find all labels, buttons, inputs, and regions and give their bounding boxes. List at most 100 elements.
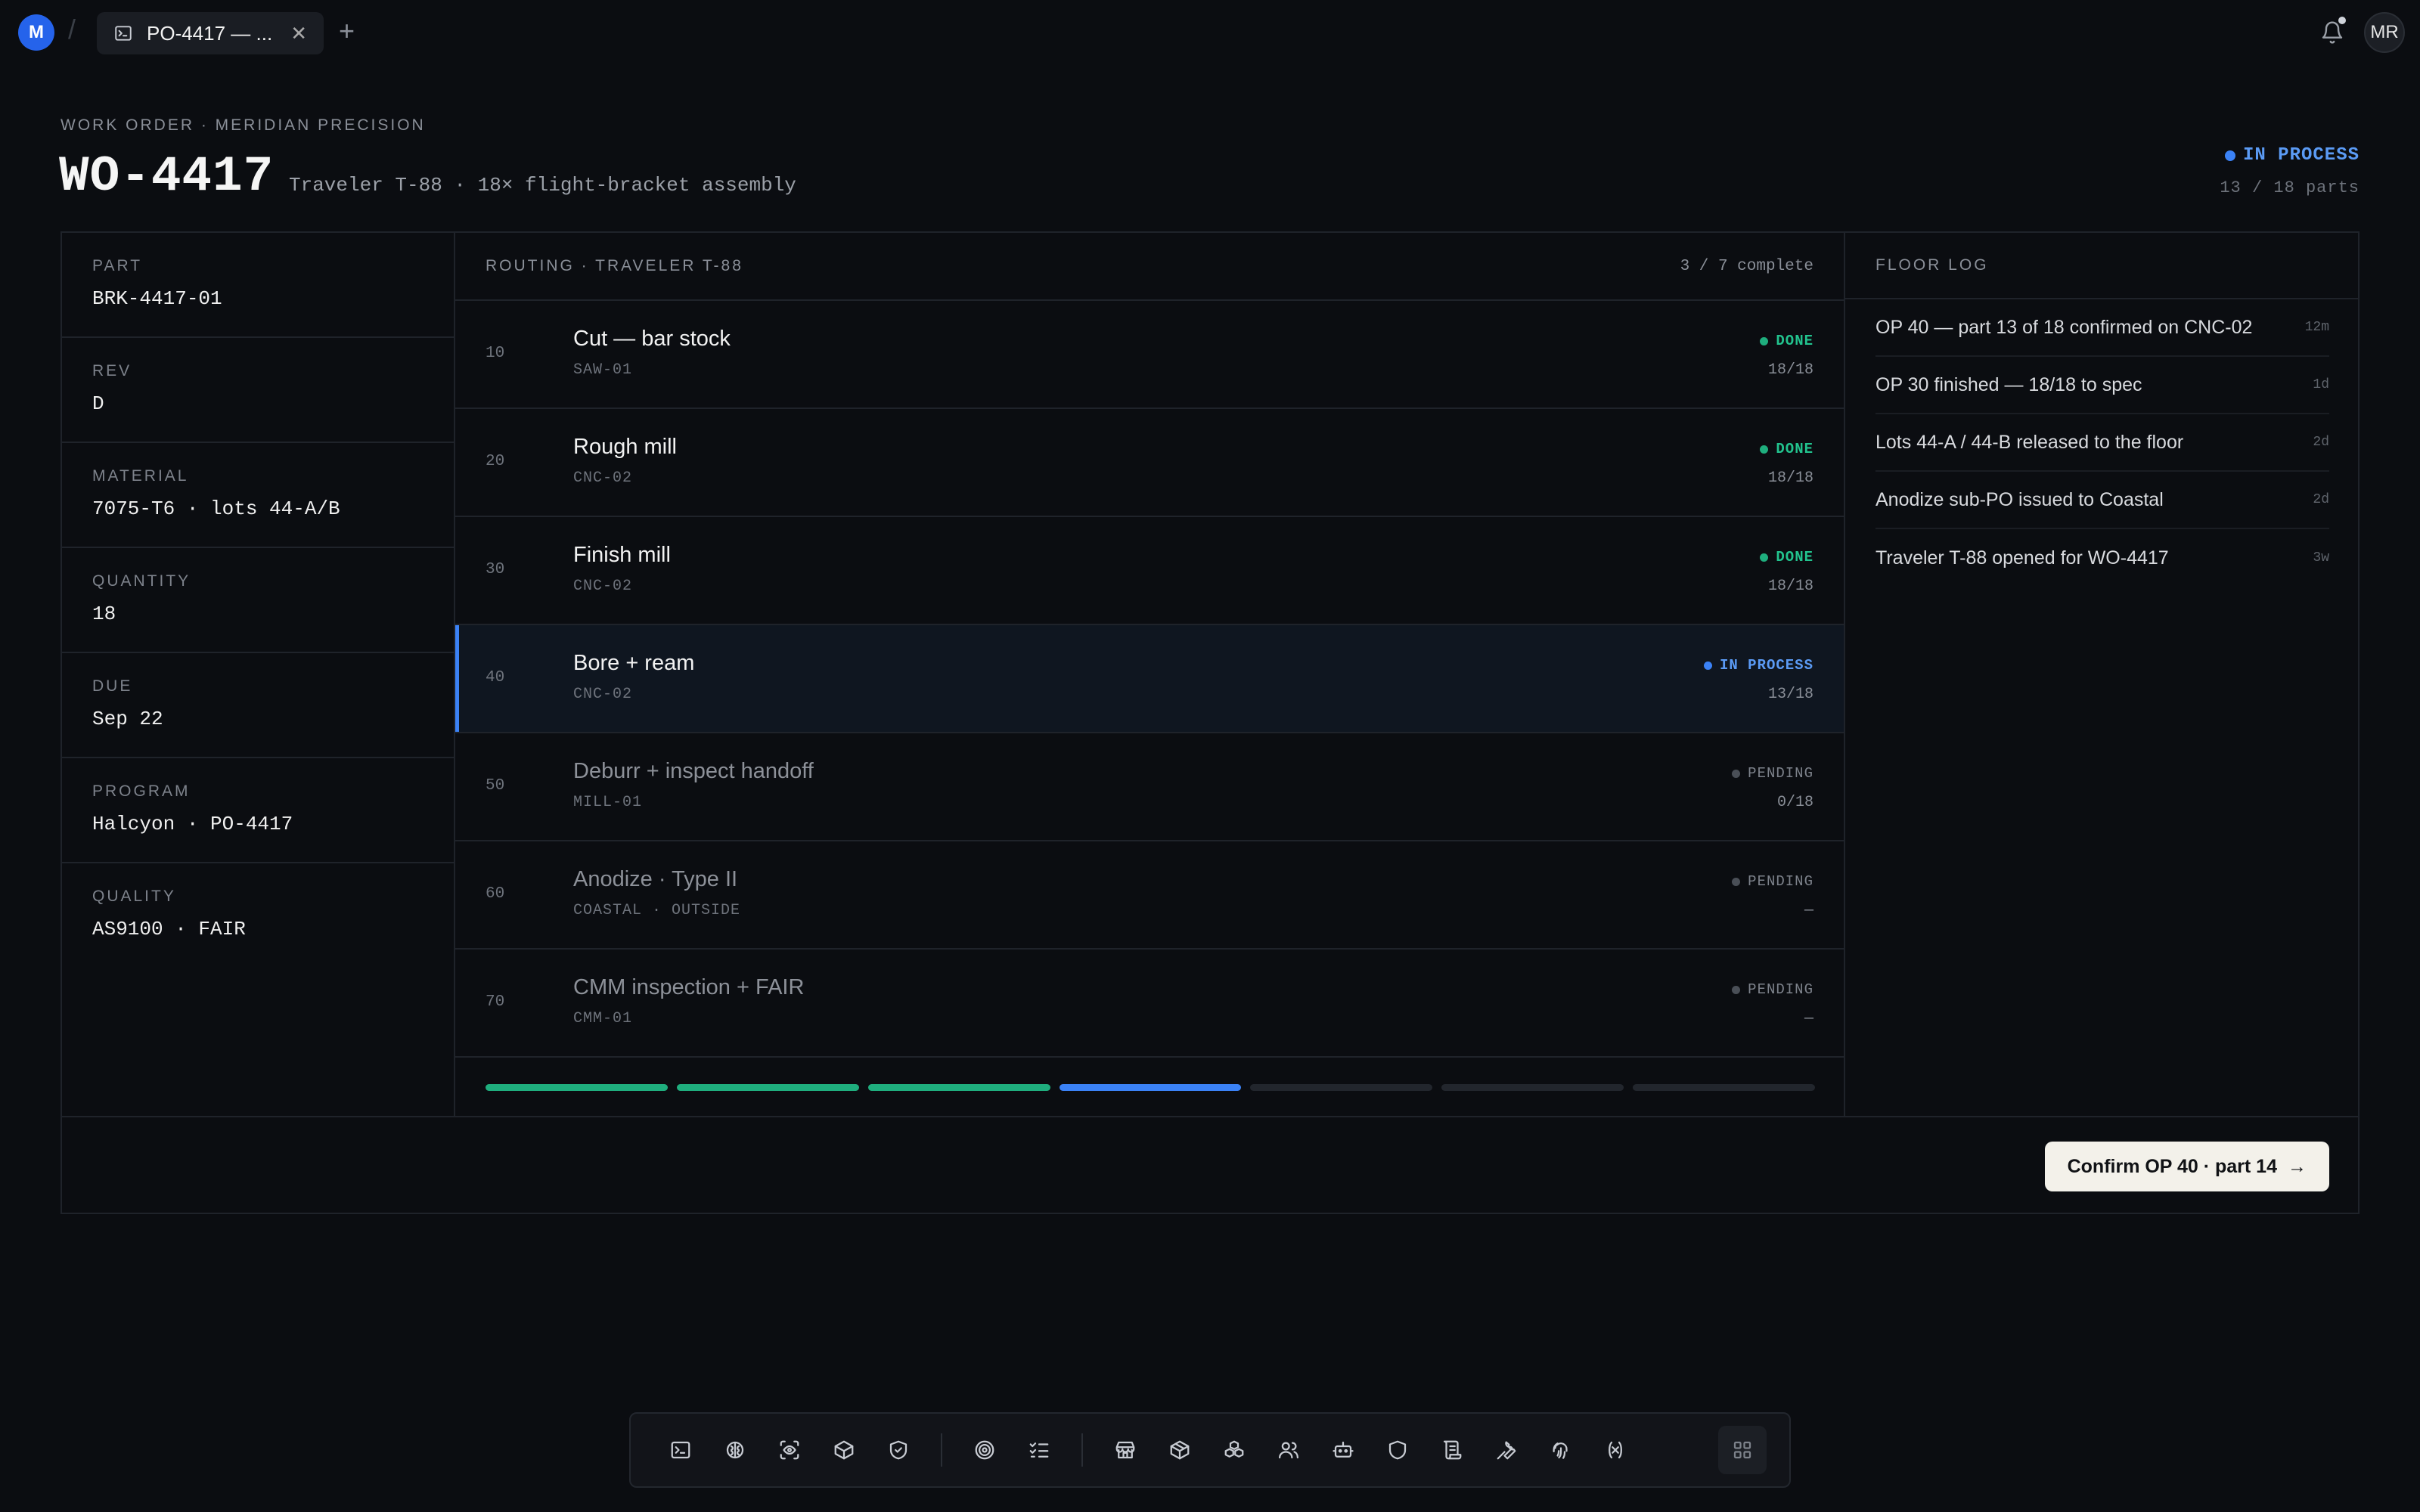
wrench-icon[interactable] bbox=[1479, 1423, 1534, 1477]
operation-row-active[interactable]: 40 Bore + ream CNC-02 IN PROCESS 13/18 bbox=[455, 625, 1844, 733]
field-rev: REV D bbox=[62, 338, 454, 443]
field-value: D bbox=[92, 392, 104, 415]
tab-work-order[interactable]: PO-4417 — ... ✕ bbox=[97, 12, 324, 54]
store-icon[interactable] bbox=[1098, 1423, 1153, 1477]
op-status-label: PENDING bbox=[1748, 765, 1813, 782]
op-number: 30 bbox=[486, 561, 505, 578]
log-time: 2d bbox=[2313, 492, 2329, 507]
status-dot bbox=[1760, 445, 1769, 454]
op-count: — bbox=[1804, 1010, 1813, 1027]
field-label: DUE bbox=[92, 677, 133, 695]
progress-segment bbox=[1250, 1084, 1433, 1091]
arrow-right-icon: → bbox=[2288, 1155, 2307, 1177]
operation-row[interactable]: 70 CMM inspection + FAIR CMM-01 PENDING … bbox=[455, 950, 1844, 1058]
progress-segment bbox=[1059, 1084, 1242, 1091]
floor-log-column: FLOOR LOG OP 40 — part 13 of 18 confirme… bbox=[1845, 233, 2360, 1116]
op-machine: CNC-02 bbox=[573, 469, 633, 487]
workspace-avatar[interactable]: M bbox=[18, 14, 54, 51]
op-count: 0/18 bbox=[1776, 794, 1813, 811]
field-label: PROGRAM bbox=[92, 782, 191, 800]
fingerprint-icon[interactable] bbox=[1534, 1423, 1588, 1477]
op-status: PENDING bbox=[1732, 765, 1813, 782]
progress-segment bbox=[676, 1084, 859, 1091]
operation-row[interactable]: 50 Deburr + inspect handoff MILL-01 PEND… bbox=[455, 733, 1844, 841]
field-quantity: QUANTITY 18 bbox=[62, 548, 454, 653]
op-count: — bbox=[1804, 902, 1813, 919]
bot-icon[interactable] bbox=[1316, 1423, 1370, 1477]
status-label: IN PROCESS bbox=[2242, 145, 2360, 166]
work-order-panel: PART BRK-4417-01 REV D MATERIAL 7075-T6 … bbox=[60, 231, 2360, 1214]
list-checks-icon[interactable] bbox=[1012, 1423, 1066, 1477]
floor-log-title: FLOOR LOG bbox=[1845, 233, 2360, 299]
field-label: REV bbox=[92, 362, 132, 380]
shield-icon[interactable] bbox=[1370, 1423, 1425, 1477]
package-icon[interactable] bbox=[1153, 1423, 1207, 1477]
op-count: 13/18 bbox=[1767, 686, 1813, 703]
action-footer: Confirm OP 40 · part 14 → bbox=[62, 1116, 2360, 1214]
field-due: DUE Sep 22 bbox=[62, 653, 454, 758]
op-machine: CNC-02 bbox=[573, 686, 633, 703]
operation-row[interactable]: 30 Finish mill CNC-02 DONE 18/18 bbox=[455, 517, 1844, 625]
op-status-label: PENDING bbox=[1748, 873, 1813, 890]
status-dot bbox=[1760, 336, 1769, 345]
new-tab-button[interactable]: + bbox=[339, 15, 355, 47]
field-label: QUANTITY bbox=[92, 572, 191, 590]
op-name: Anodize · Type II bbox=[573, 867, 738, 891]
field-value: 7075-T6 · lots 44-A/B bbox=[92, 497, 340, 520]
confirm-op-button[interactable]: Confirm OP 40 · part 14 → bbox=[2044, 1142, 2329, 1191]
eyebrow: WORK ORDER · MERIDIAN PRECISION bbox=[60, 116, 426, 134]
op-machine: CNC-02 bbox=[573, 578, 633, 595]
operation-row[interactable]: 20 Rough mill CNC-02 DONE 18/18 bbox=[455, 409, 1844, 517]
log-text: OP 40 — part 13 of 18 confirmed on CNC-0… bbox=[1876, 316, 2253, 338]
op-machine: SAW-01 bbox=[573, 361, 633, 379]
dock-divider bbox=[1081, 1433, 1083, 1467]
op-status-label: IN PROCESS bbox=[1719, 657, 1813, 674]
log-text: Lots 44-A / 44-B released to the floor bbox=[1876, 431, 2184, 453]
log-time: 1d bbox=[2313, 377, 2329, 392]
user-avatar[interactable]: MR bbox=[2364, 12, 2405, 53]
users-icon[interactable] bbox=[1261, 1423, 1316, 1477]
op-status-label: DONE bbox=[1776, 333, 1813, 349]
routing-summary: 3 / 7 complete bbox=[1680, 257, 1813, 275]
op-status: DONE bbox=[1760, 549, 1813, 565]
variable-icon[interactable] bbox=[1588, 1423, 1643, 1477]
boxes-icon[interactable] bbox=[1207, 1423, 1261, 1477]
log-text: OP 30 finished — 18/18 to spec bbox=[1876, 373, 2142, 395]
log-item: Traveler T-88 opened for WO-4417 3w bbox=[1876, 529, 2329, 587]
field-quality: QUALITY AS9100 · FAIR bbox=[62, 863, 454, 968]
operation-row[interactable]: 10 Cut — bar stock SAW-01 DONE 18/18 bbox=[455, 301, 1844, 409]
scroll-icon[interactable] bbox=[1425, 1423, 1479, 1477]
status-dot bbox=[1732, 985, 1741, 994]
details-column: PART BRK-4417-01 REV D MATERIAL 7075-T6 … bbox=[62, 233, 455, 1116]
target-icon[interactable] bbox=[957, 1423, 1012, 1477]
routing-header: ROUTING · TRAVELER T-88 3 / 7 complete bbox=[455, 233, 1844, 301]
grid-icon[interactable] bbox=[1718, 1426, 1767, 1474]
log-item: OP 40 — part 13 of 18 confirmed on CNC-0… bbox=[1876, 299, 2329, 357]
terminal-icon bbox=[115, 26, 132, 41]
log-item: Lots 44-A / 44-B released to the floor 2… bbox=[1876, 414, 2329, 472]
progress-segment bbox=[1633, 1084, 1816, 1091]
op-number: 70 bbox=[486, 993, 505, 1011]
box-icon[interactable] bbox=[817, 1423, 871, 1477]
op-count: 18/18 bbox=[1767, 469, 1813, 487]
progress-segment bbox=[486, 1084, 668, 1091]
scan-eye-icon[interactable] bbox=[762, 1423, 817, 1477]
op-name: Bore + ream bbox=[573, 651, 695, 675]
status-badge: IN PROCESS bbox=[2224, 145, 2360, 166]
terminal-icon[interactable] bbox=[653, 1423, 708, 1477]
op-machine: COASTAL · OUTSIDE bbox=[573, 902, 741, 919]
tab-label: PO-4417 — ... bbox=[147, 21, 273, 45]
brain-icon[interactable] bbox=[708, 1423, 762, 1477]
op-status-label: DONE bbox=[1776, 441, 1813, 457]
log-time: 3w bbox=[2313, 550, 2329, 565]
operation-row[interactable]: 60 Anodize · Type II COASTAL · OUTSIDE P… bbox=[455, 841, 1844, 950]
close-icon[interactable]: ✕ bbox=[290, 22, 307, 45]
op-number: 60 bbox=[486, 885, 505, 903]
log-text: Anodize sub-PO issued to Coastal bbox=[1876, 488, 2164, 510]
op-name: Finish mill bbox=[573, 543, 671, 567]
log-text: Traveler T-88 opened for WO-4417 bbox=[1876, 547, 2169, 569]
op-status: DONE bbox=[1760, 441, 1813, 457]
field-label: PART bbox=[92, 257, 143, 274]
shield-check-icon[interactable] bbox=[871, 1423, 926, 1477]
log-item: Anodize sub-PO issued to Coastal 2d bbox=[1876, 472, 2329, 529]
